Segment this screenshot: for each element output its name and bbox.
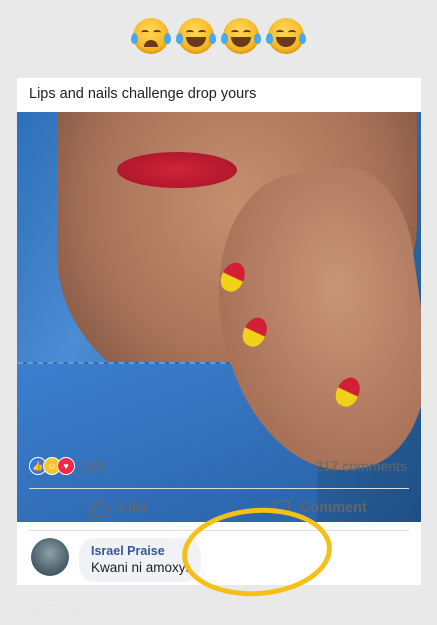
tears-of-joy-icon <box>176 18 216 54</box>
thumbs-up-icon <box>90 499 110 518</box>
tears-of-joy-icon <box>221 18 261 54</box>
comment-label: Comment <box>300 500 367 516</box>
watermark: @chmwenda <box>30 604 95 616</box>
avatar[interactable] <box>31 538 69 576</box>
tears-of-joy-icon <box>266 18 306 54</box>
post-card: Lips and nails challenge drop yours 👍 ☺ … <box>17 78 421 585</box>
red-lips <box>117 152 237 188</box>
like-button[interactable]: Like <box>89 498 148 518</box>
emoji-row <box>0 18 437 54</box>
reactions-summary[interactable]: 👍 ☺ ♥ 188 <box>29 456 104 476</box>
crying-face-icon <box>131 18 171 54</box>
comment-author[interactable]: Israel Praise <box>91 544 189 558</box>
reaction-count: 188 <box>81 458 105 474</box>
post-text: Lips and nails challenge drop yours <box>29 86 257 102</box>
like-label: Like <box>119 500 149 516</box>
divider <box>29 488 409 489</box>
comment-text: Kwani ni amoxyl <box>91 560 189 575</box>
love-reaction-icon: ♥ <box>57 457 75 475</box>
comments-count-link[interactable]: 217 comments <box>315 458 407 474</box>
